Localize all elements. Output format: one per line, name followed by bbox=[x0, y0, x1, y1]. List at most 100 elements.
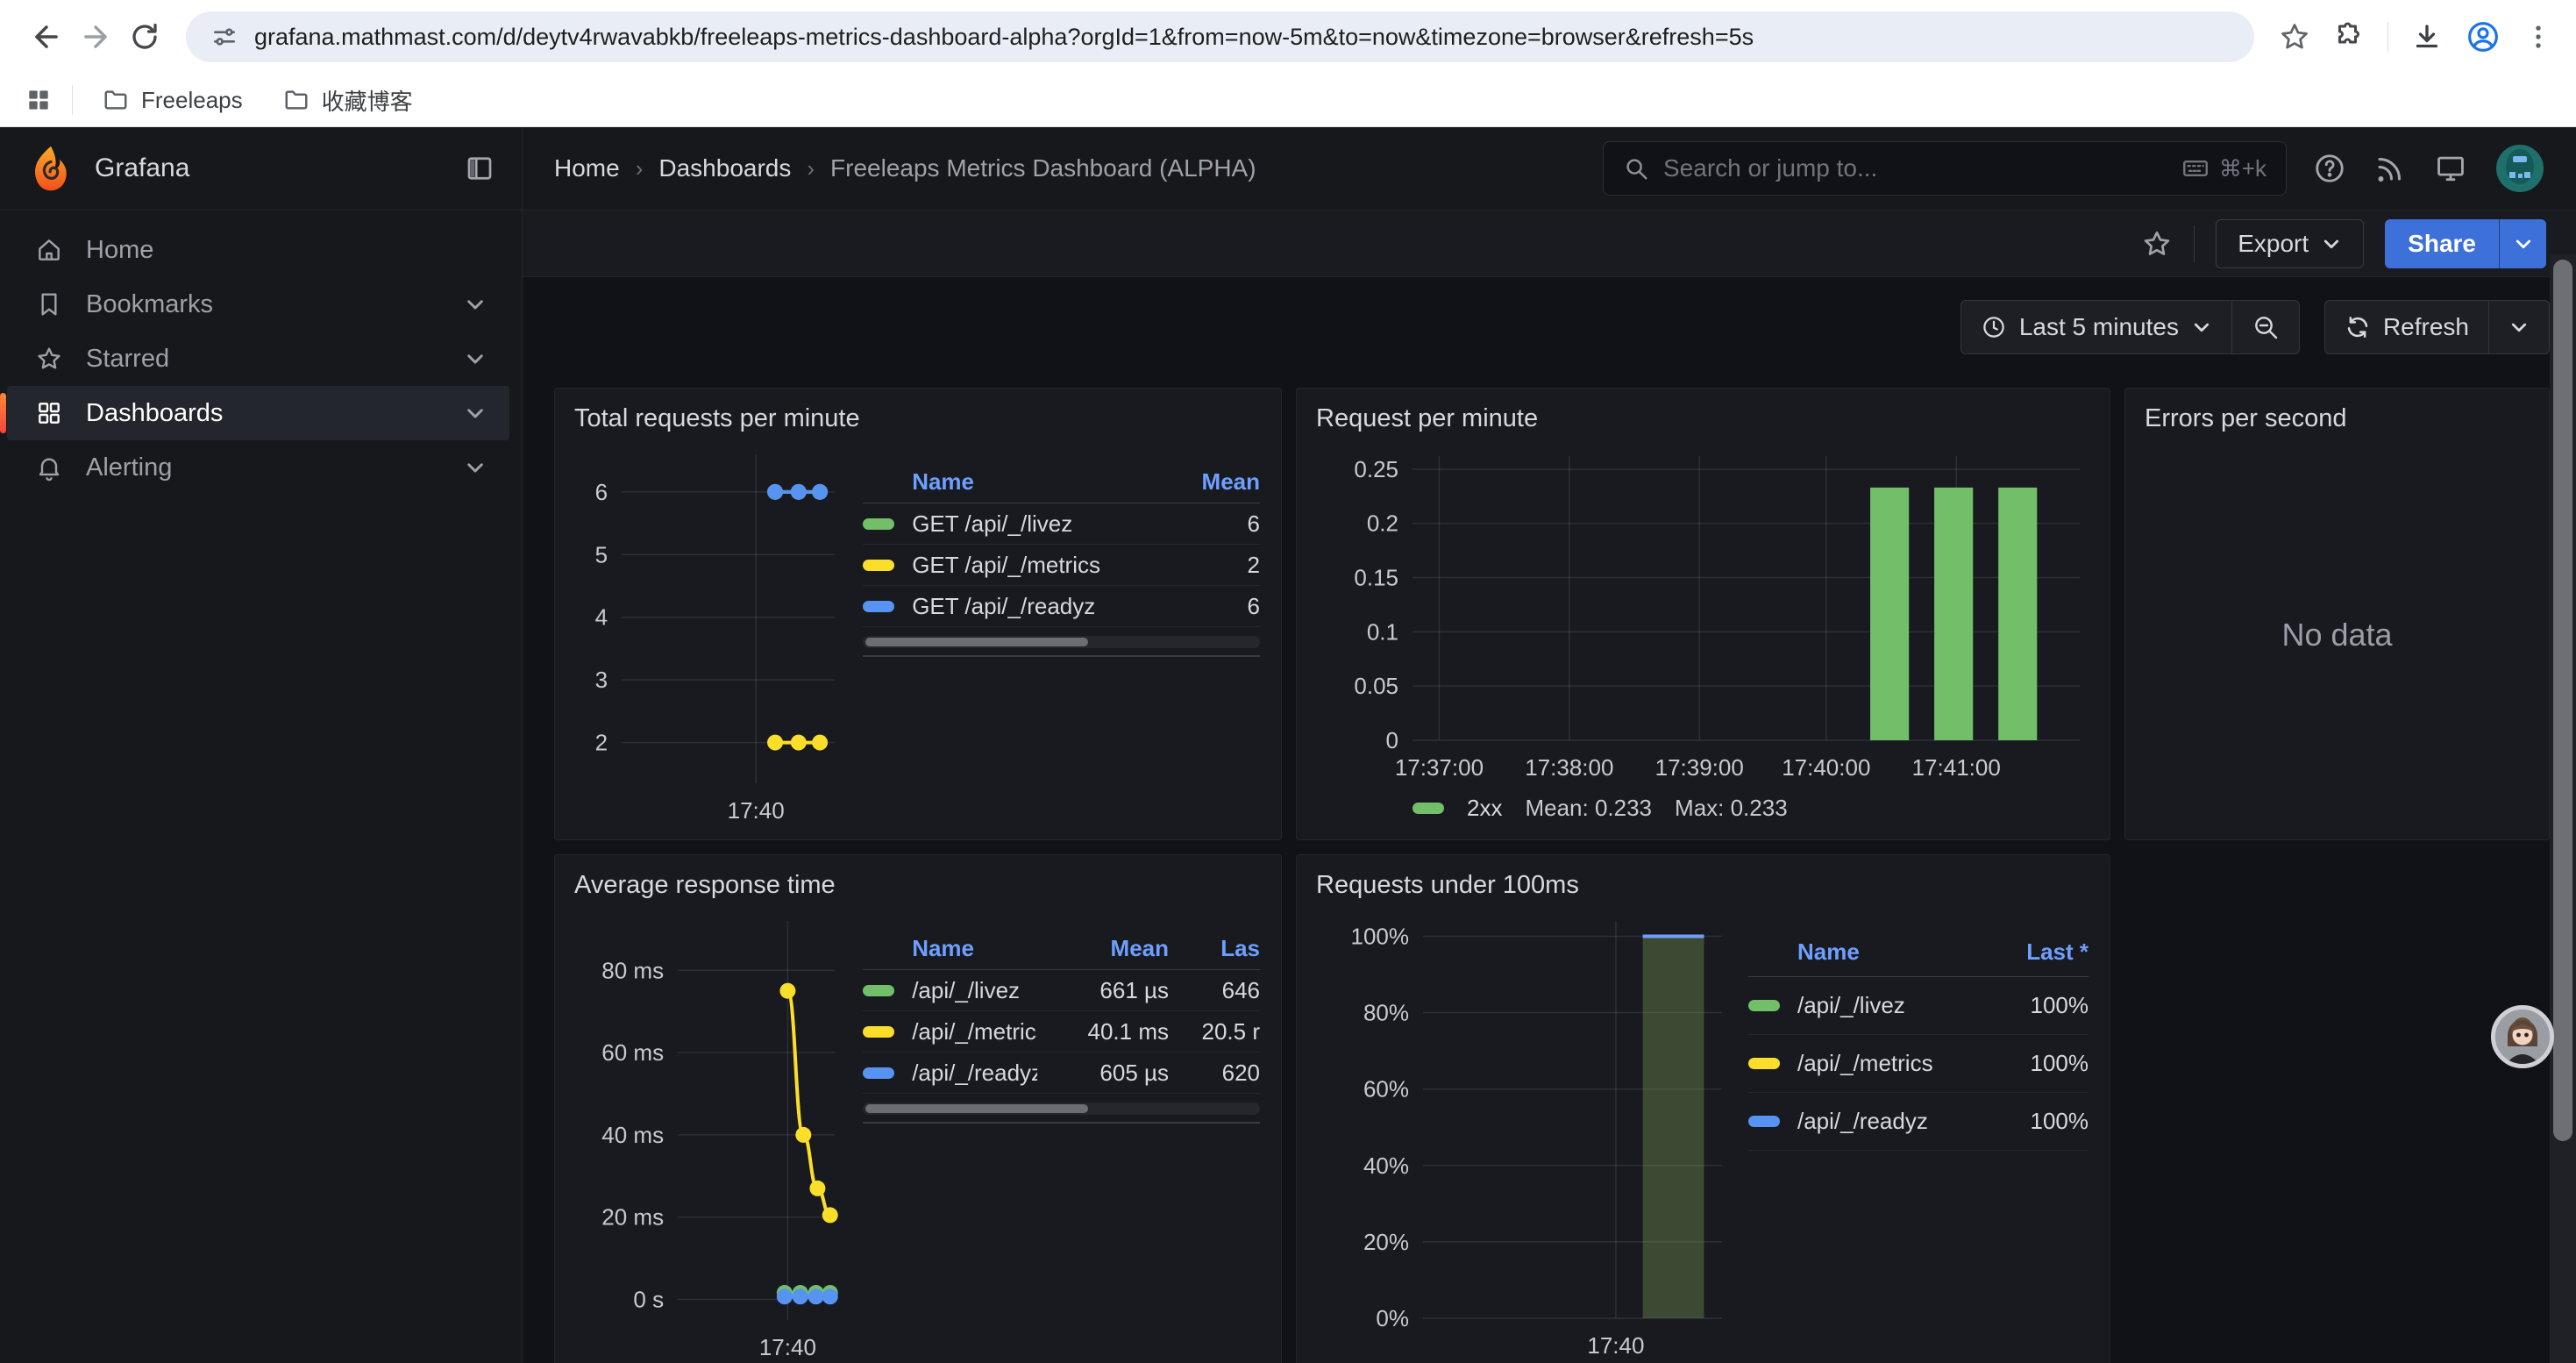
actions-divider bbox=[2194, 225, 2195, 262]
avg-response-chart[interactable]: 80 ms60 ms40 ms20 ms0 s17:40 bbox=[573, 905, 849, 1363]
share-menu-button[interactable] bbox=[2499, 219, 2546, 268]
panel-title[interactable]: Average response time bbox=[574, 871, 1263, 900]
request-per-minute-chart[interactable]: 0.250.20.150.10.05017:37:0017:38:0017:39… bbox=[1314, 439, 2092, 793]
apps-grid-icon[interactable] bbox=[25, 86, 53, 114]
help-icon[interactable] bbox=[2313, 152, 2346, 185]
home-icon bbox=[35, 236, 63, 264]
legend-row[interactable]: GET /api/_/livez 6 bbox=[863, 503, 1260, 545]
brand-name[interactable]: Grafana bbox=[95, 153, 445, 183]
zoom-out-button[interactable] bbox=[2231, 301, 2299, 353]
legend-2xx[interactable]: 2xx Mean: 0.233 Max: 0.233 bbox=[1413, 795, 2092, 822]
legend-scrollbar[interactable] bbox=[863, 1103, 1260, 1115]
legend-series-name[interactable]: 2xx bbox=[1467, 795, 1502, 822]
svg-text:17:41:00: 17:41:00 bbox=[1912, 754, 2001, 781]
legend-row[interactable]: GET /api/_/metrics 2 bbox=[863, 545, 1260, 586]
legend-row[interactable]: /api/_/readyz 605 µs 620 bbox=[863, 1053, 1260, 1094]
export-button[interactable]: Export bbox=[2216, 219, 2364, 268]
chevron-down-icon[interactable] bbox=[464, 402, 487, 425]
legend-row[interactable]: /api/_/metrics 100% bbox=[1748, 1035, 2089, 1093]
col-last[interactable]: Last * bbox=[1992, 938, 2089, 966]
share-button[interactable]: Share bbox=[2385, 219, 2499, 268]
time-controls: Last 5 minutes Refresh bbox=[554, 300, 2550, 354]
total-requests-legend-table: Name Mean GET /api/_/livez 6 bbox=[849, 439, 1263, 831]
chevron-down-icon[interactable] bbox=[464, 347, 487, 370]
series-pill bbox=[863, 985, 894, 996]
breadcrumb-dashboards[interactable]: Dashboards bbox=[658, 154, 791, 182]
series-pill bbox=[863, 560, 894, 571]
panel-errors-per-second: Errors per second No data bbox=[2124, 388, 2550, 840]
legend-row[interactable]: /api/_/livez 100% bbox=[1748, 977, 2089, 1035]
search-input[interactable]: Search or jump to... ⌘+k bbox=[1603, 141, 2287, 196]
user-avatar[interactable] bbox=[2495, 144, 2544, 193]
svg-text:0.2: 0.2 bbox=[1367, 510, 1398, 537]
legend-row[interactable]: /api/_/readyz 100% bbox=[1748, 1093, 2089, 1151]
back-icon[interactable] bbox=[26, 17, 67, 57]
url-text[interactable]: grafana.mathmast.com/d/deytv4rwavabkb/fr… bbox=[254, 24, 1754, 51]
chrome-menu-icon[interactable] bbox=[2523, 22, 2553, 52]
bookmark-folder-freeleaps[interactable]: Freeleaps bbox=[92, 82, 253, 119]
breadcrumb-home[interactable]: Home bbox=[554, 154, 620, 182]
page-scrollbar-thumb[interactable] bbox=[2553, 260, 2572, 1141]
legend-scrollbar[interactable] bbox=[863, 636, 1260, 648]
svg-text:4: 4 bbox=[595, 604, 608, 631]
sidebar-item-dashboards[interactable]: Dashboards bbox=[7, 386, 509, 440]
legend-row[interactable]: GET /api/_/readyz 6 bbox=[863, 586, 1260, 627]
refresh-interval-button[interactable] bbox=[2488, 301, 2549, 353]
panel-title[interactable]: Requests under 100ms bbox=[1316, 871, 2092, 900]
legend-row[interactable]: /api/_/livez 661 µs 646 bbox=[863, 970, 1260, 1011]
news-rss-icon[interactable] bbox=[2374, 153, 2406, 184]
page-scrollbar[interactable] bbox=[2550, 254, 2576, 1363]
url-bar[interactable]: grafana.mathmast.com/d/deytv4rwavabkb/fr… bbox=[186, 11, 2254, 62]
col-mean[interactable]: Mean bbox=[1163, 468, 1260, 496]
svg-text:17:37:00: 17:37:00 bbox=[1395, 754, 1484, 781]
profile-icon[interactable] bbox=[2466, 19, 2501, 54]
col-name[interactable]: Name bbox=[1797, 938, 1992, 966]
legend-row[interactable]: /api/_/metrics 40.1 ms 20.5 r bbox=[863, 1011, 1260, 1053]
clock-icon bbox=[1981, 314, 2007, 340]
col-name[interactable]: Name bbox=[912, 468, 1163, 496]
bookmarks-divider bbox=[72, 85, 73, 115]
reload-icon[interactable] bbox=[125, 17, 165, 57]
collapse-sidebar-icon[interactable] bbox=[464, 153, 495, 184]
chevron-down-icon[interactable] bbox=[464, 456, 487, 479]
panel-title[interactable]: Request per minute bbox=[1316, 404, 2092, 433]
dashboard-canvas: Last 5 minutes Refresh bbox=[523, 277, 2576, 1363]
extensions-icon[interactable] bbox=[2333, 21, 2365, 53]
monitor-icon[interactable] bbox=[2434, 152, 2467, 185]
sidebar-item-starred[interactable]: Starred bbox=[7, 332, 509, 386]
grafana-app: Grafana Home Bookmarks Starred bbox=[0, 127, 2576, 1363]
bookmark-folder-blogs[interactable]: 收藏博客 bbox=[273, 79, 423, 122]
sidebar-item-home[interactable]: Home bbox=[7, 223, 509, 277]
site-info-icon[interactable] bbox=[210, 23, 238, 51]
sidebar-item-label: Alerting bbox=[86, 453, 172, 482]
panel-title[interactable]: Errors per second bbox=[2145, 404, 2531, 433]
col-mean[interactable]: Mean bbox=[1037, 935, 1169, 962]
no-data-message: No data bbox=[2143, 439, 2531, 831]
favorite-star-icon[interactable] bbox=[2141, 228, 2173, 260]
series-pill bbox=[863, 1067, 894, 1079]
bookmarks-bar: Freeleaps 收藏博客 bbox=[0, 74, 2576, 127]
panel-title[interactable]: Total requests per minute bbox=[574, 404, 1263, 433]
dashboard-actions-row: Export Share bbox=[523, 211, 2576, 277]
col-name[interactable]: Name bbox=[912, 935, 1037, 962]
toolbar-divider bbox=[2387, 22, 2388, 52]
legend-scrollbar-thumb[interactable] bbox=[865, 638, 1088, 646]
series-pill bbox=[1748, 1000, 1780, 1011]
bookmark-star-icon[interactable] bbox=[2279, 21, 2310, 53]
total-requests-chart[interactable]: 6543217:40 bbox=[573, 439, 849, 831]
floating-avatar[interactable] bbox=[2491, 1005, 2554, 1068]
under-100ms-chart[interactable]: 100%80%60%40%20%0%17:40 bbox=[1314, 905, 1734, 1363]
grafana-logo[interactable] bbox=[26, 144, 75, 193]
svg-text:100%: 100% bbox=[1351, 923, 1409, 949]
chevron-down-icon[interactable] bbox=[464, 293, 487, 316]
sidebar-nav: Home Bookmarks Starred Dashboards bbox=[0, 211, 522, 495]
time-range-button[interactable]: Last 5 minutes bbox=[1961, 301, 2231, 353]
forward-icon[interactable] bbox=[75, 17, 116, 57]
sidebar-item-alerting[interactable]: Alerting bbox=[7, 440, 509, 495]
refresh-button[interactable]: Refresh bbox=[2325, 301, 2488, 353]
legend-scrollbar-thumb[interactable] bbox=[865, 1104, 1088, 1113]
downloads-icon[interactable] bbox=[2411, 21, 2443, 53]
refresh-group: Refresh bbox=[2324, 300, 2550, 354]
col-last[interactable]: Las bbox=[1169, 935, 1260, 962]
sidebar-item-bookmarks[interactable]: Bookmarks bbox=[7, 277, 509, 332]
